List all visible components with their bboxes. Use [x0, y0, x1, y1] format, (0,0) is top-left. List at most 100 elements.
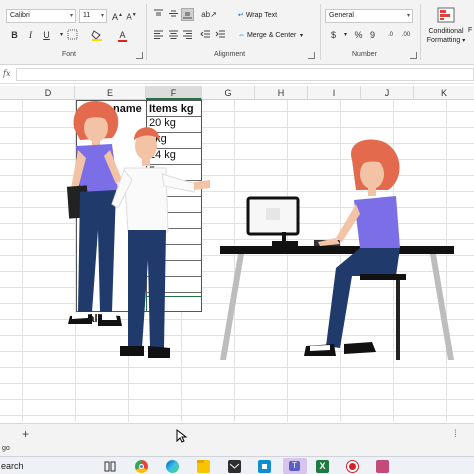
number-format-select[interactable]: General ▾ [325, 9, 413, 23]
teams-icon[interactable]: T [283, 458, 307, 474]
font-dialog-launcher[interactable] [136, 52, 143, 59]
divider [420, 4, 421, 60]
column-header-d[interactable]: D [22, 86, 75, 100]
formula-input[interactable] [16, 68, 474, 81]
merge-center-button[interactable]: ⇔ Merge & Center ▾ [238, 30, 303, 42]
column-header-i[interactable]: I [308, 86, 361, 100]
column-header-h[interactable]: H [255, 86, 308, 100]
chevron-down-icon: ▾ [462, 38, 466, 44]
orientation-icon: ab↗ [201, 10, 217, 19]
mail-icon[interactable] [228, 460, 241, 473]
divider [146, 4, 147, 60]
file-explorer-icon[interactable] [197, 460, 210, 473]
align-bottom-icon [183, 12, 192, 19]
chevron-down-icon: ▾ [100, 13, 104, 19]
horizontal-scrollbar-handle[interactable]: ⁞ [454, 429, 457, 440]
decrease-decimal-button[interactable]: .00 [398, 29, 414, 42]
man-pointing [111, 127, 210, 358]
percent-button[interactable]: % [352, 29, 365, 42]
chevron-down-icon: ▾ [69, 13, 73, 19]
column-header-f[interactable]: F [146, 86, 202, 100]
divider [320, 4, 321, 60]
grow-font-button[interactable]: A▲ [111, 9, 124, 22]
woman-with-folder [66, 101, 122, 326]
conditional-formatting-label-2: Formatting [426, 37, 461, 44]
align-top-button[interactable] [152, 8, 165, 21]
conditional-formatting-label: Conditional [428, 28, 464, 35]
merge-center-icon: ⇔ [238, 32, 245, 39]
number-group-label: Number [352, 51, 377, 58]
add-sheet-button[interactable]: + [22, 427, 29, 441]
mouse-cursor-icon [176, 429, 188, 443]
align-middle-icon [169, 10, 178, 17]
number-dialog-launcher[interactable] [410, 52, 417, 59]
insert-function-button[interactable]: fx [3, 69, 10, 78]
merge-center-label: Merge & Center [246, 32, 297, 39]
paint-bucket-icon [90, 30, 102, 41]
font-name-value: Calibri [10, 12, 30, 19]
number-format-value: General [329, 12, 354, 19]
column-header-e[interactable]: E [75, 86, 146, 100]
shrink-font-button[interactable]: A▼ [125, 9, 138, 22]
chevron-down-icon[interactable]: ▾ [339, 29, 352, 42]
app-icon[interactable] [376, 460, 389, 473]
status-bar: go [0, 445, 474, 456]
formula-bar: fx [0, 66, 474, 84]
align-right-icon [183, 30, 192, 39]
underline-button[interactable]: U [40, 29, 53, 42]
format-as-table-partial[interactable]: F [468, 27, 472, 34]
sheet-tabs-bar: + ⁞ [0, 423, 474, 445]
column-headers: D E F G H I J K [0, 86, 474, 100]
task-view-icon[interactable] [104, 460, 117, 473]
column-header-k[interactable]: K [414, 86, 474, 100]
wrap-text-label: Wrap Text [245, 12, 278, 19]
decrease-indent-icon [200, 30, 210, 38]
font-name-select[interactable]: Calibri ▾ [6, 9, 76, 23]
align-right-button[interactable] [181, 29, 194, 42]
taskbar-search-label: earch [1, 461, 24, 471]
ribbon: Calibri ▾ 11 ▾ A▲ A▼ B I U ▾ A Font ab↗ … [0, 0, 474, 65]
conditional-formatting-button[interactable]: Conditional Formatting ▾ [422, 5, 470, 49]
align-top-icon [154, 9, 163, 16]
borders-icon [67, 29, 78, 40]
font-color-button[interactable]: A [116, 29, 129, 42]
store-icon[interactable] [258, 460, 271, 473]
excel-icon[interactable]: X [316, 460, 329, 473]
align-center-button[interactable] [167, 29, 180, 42]
taskbar-search[interactable]: earch [0, 459, 90, 473]
currency-icon: $ [330, 30, 336, 40]
alignment-dialog-launcher[interactable] [308, 52, 315, 59]
status-text: go [2, 445, 10, 452]
illustration [66, 101, 454, 360]
font-group-label: Font [62, 51, 77, 58]
align-middle-button[interactable] [167, 8, 180, 21]
font-size-select[interactable]: 11 ▾ [79, 9, 107, 23]
bold-button[interactable]: B [8, 29, 21, 42]
chevron-down-icon[interactable]: ▾ [298, 33, 303, 39]
column-header-g[interactable]: G [202, 86, 255, 100]
font-color-letter: A [119, 30, 126, 40]
edge-icon[interactable] [166, 460, 179, 473]
decrease-indent-button[interactable] [199, 29, 212, 42]
comma-style-button[interactable]: 9 [366, 29, 379, 42]
record-icon[interactable] [346, 460, 359, 473]
align-left-button[interactable] [152, 29, 165, 42]
align-bottom-button[interactable] [181, 8, 194, 21]
wrap-text-icon: ↵ [238, 12, 244, 19]
increase-decimal-button[interactable]: .0 [383, 29, 398, 42]
borders-button[interactable] [66, 29, 79, 42]
chrome-icon[interactable] [135, 460, 148, 473]
column-header-j[interactable]: J [361, 86, 414, 100]
increase-indent-button[interactable] [214, 29, 227, 42]
fill-color-button[interactable] [90, 29, 103, 42]
taskbar: earch T X [0, 456, 474, 474]
conditional-formatting-icon [437, 7, 455, 23]
orientation-button[interactable]: ab↗ [199, 8, 219, 21]
wrap-text-button[interactable]: ↵ Wrap Text [238, 10, 277, 22]
italic-button[interactable]: I [24, 29, 37, 42]
font-color-swatch [118, 40, 127, 42]
increase-indent-icon [215, 30, 225, 38]
alignment-group-label: Alignment [214, 51, 246, 58]
font-size-value: 11 [83, 12, 91, 19]
worksheet-grid[interactable]: name Items kg 20 kg8kg14 kg5kgkgkgkgkgpp… [0, 100, 474, 422]
